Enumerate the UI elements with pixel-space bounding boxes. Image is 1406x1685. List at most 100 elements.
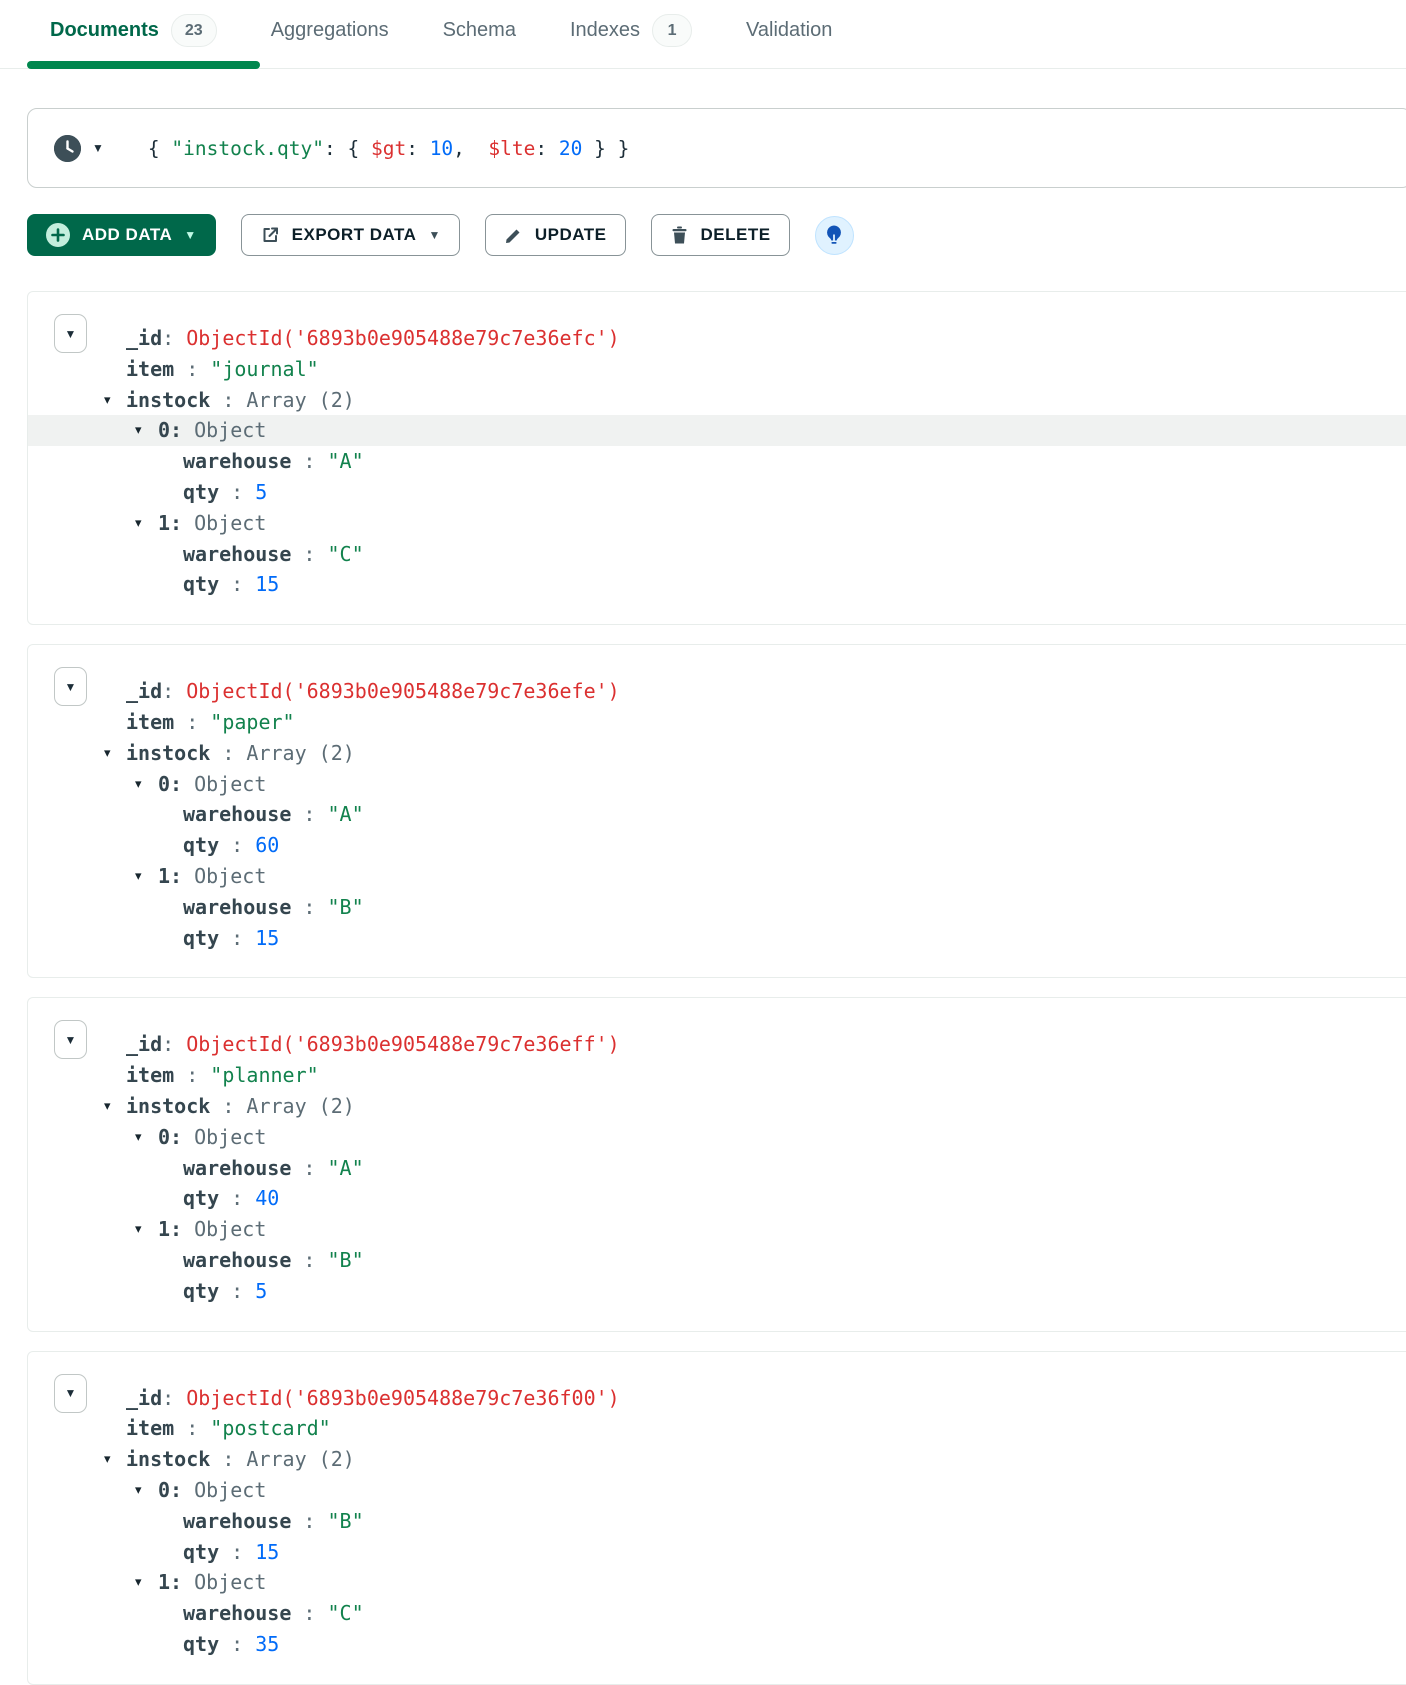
query-token: $gt — [371, 137, 406, 160]
document-field-row[interactable]: warehouse : "A" — [28, 446, 1406, 477]
field-value: 15 — [255, 1540, 279, 1564]
collapse-caret-icon[interactable]: ▾ — [135, 1122, 142, 1153]
document-field-row[interactable]: ▾instock : Array (2) — [28, 385, 1406, 416]
document-field-row[interactable]: ▾instock : Array (2) — [28, 738, 1406, 769]
document-field-row[interactable]: warehouse : "B" — [28, 1506, 1406, 1537]
documents-list: ▼ _id: ObjectId('6893b0e905488e79c7e36ef… — [27, 291, 1406, 1685]
document-field-row[interactable]: ▾1: Object — [28, 1567, 1406, 1598]
field-separator: : — [219, 1540, 255, 1564]
field-value: 5 — [255, 480, 267, 504]
update-label: UPDATE — [535, 225, 607, 245]
document-field-row[interactable]: ▾1: Object — [28, 1214, 1406, 1245]
field-separator: : — [219, 926, 255, 950]
document-field-row[interactable]: warehouse : "A" — [28, 799, 1406, 830]
document-field-row[interactable]: qty : 15 — [28, 1537, 1406, 1568]
document-field-row[interactable]: qty : 15 — [28, 923, 1406, 954]
document-field-row[interactable]: _id: ObjectId('6893b0e905488e79c7e36eff'… — [28, 1029, 1406, 1060]
document-field-row[interactable]: item : "paper" — [28, 707, 1406, 738]
collapse-caret-icon[interactable]: ▾ — [135, 415, 142, 446]
document-field-row[interactable]: warehouse : "C" — [28, 539, 1406, 570]
export-data-button[interactable]: EXPORT DATA ▼ — [241, 214, 460, 256]
tab-aggregations[interactable]: Aggregations — [271, 19, 389, 42]
plus-icon — [46, 223, 70, 247]
field-separator: : — [162, 679, 186, 703]
field-key: 1: — [158, 1570, 182, 1594]
collapse-caret-icon[interactable]: ▾ — [104, 1091, 111, 1122]
collapse-caret-icon[interactable]: ▾ — [135, 1475, 142, 1506]
field-value: "C" — [328, 1601, 364, 1625]
field-value: Object — [194, 511, 266, 535]
document-field-row[interactable]: ▾0: Object — [28, 1475, 1406, 1506]
delete-button[interactable]: DELETE — [651, 214, 790, 256]
query-token: 20 — [559, 137, 582, 160]
document-field-row[interactable]: warehouse : "A" — [28, 1153, 1406, 1184]
document-field-row[interactable]: ▾1: Object — [28, 508, 1406, 539]
document-field-row[interactable]: item : "planner" — [28, 1060, 1406, 1091]
field-value: Array (2) — [246, 1447, 354, 1471]
document-field-row[interactable]: qty : 5 — [28, 1276, 1406, 1307]
document-field-row[interactable]: qty : 5 — [28, 477, 1406, 508]
field-value: Object — [194, 772, 266, 796]
collapse-caret-icon[interactable]: ▾ — [135, 769, 142, 800]
query-bar[interactable]: ▼ { "instock.qty": { $gt: 10, $lte: 20 }… — [27, 108, 1406, 188]
lightbulb-icon — [824, 224, 844, 246]
field-separator: : — [162, 326, 186, 350]
field-value: "planner" — [210, 1063, 318, 1087]
chevron-down-icon: ▼ — [92, 142, 104, 154]
collapse-caret-icon[interactable]: ▾ — [104, 385, 111, 416]
field-separator: : — [174, 357, 210, 381]
field-key: 0: — [158, 1125, 182, 1149]
collapse-caret-icon[interactable]: ▾ — [135, 508, 142, 539]
field-key: warehouse — [183, 449, 291, 473]
tab-schema[interactable]: Schema — [443, 19, 516, 42]
document-field-row[interactable]: qty : 40 — [28, 1183, 1406, 1214]
field-key: qty — [183, 480, 219, 504]
document-field-row[interactable]: qty : 15 — [28, 569, 1406, 600]
document-field-row[interactable]: ▾0: Object — [28, 415, 1406, 446]
document-field-row[interactable]: ▾1: Object — [28, 861, 1406, 892]
field-key: warehouse — [183, 802, 291, 826]
document-field-row[interactable]: item : "postcard" — [28, 1413, 1406, 1444]
collapse-caret-icon[interactable]: ▾ — [135, 1214, 142, 1245]
document-field-row[interactable]: warehouse : "C" — [28, 1598, 1406, 1629]
field-value: "B" — [328, 895, 364, 919]
document-field-row[interactable]: warehouse : "B" — [28, 1245, 1406, 1276]
export-data-label: EXPORT DATA — [292, 225, 417, 245]
field-separator: : — [174, 1063, 210, 1087]
field-separator: : — [291, 1509, 327, 1533]
document-field-row[interactable]: item : "journal" — [28, 354, 1406, 385]
document-field-row[interactable]: qty : 60 — [28, 830, 1406, 861]
active-tab-underline — [27, 61, 260, 69]
field-separator: : — [291, 802, 327, 826]
field-value: Object — [194, 418, 266, 442]
collapse-caret-icon[interactable]: ▾ — [104, 1444, 111, 1475]
insights-button[interactable] — [815, 216, 854, 255]
document-field-row[interactable]: ▾instock : Array (2) — [28, 1444, 1406, 1475]
document-field-row[interactable]: ▾instock : Array (2) — [28, 1091, 1406, 1122]
field-key: _id — [126, 326, 162, 350]
document-field-row[interactable]: _id: ObjectId('6893b0e905488e79c7e36f00'… — [28, 1383, 1406, 1414]
query-history-button[interactable]: ▼ — [54, 135, 104, 162]
filter-input[interactable]: { "instock.qty": { $gt: 10, $lte: 20 } } — [148, 137, 629, 160]
field-key: _id — [126, 1386, 162, 1410]
collapse-caret-icon[interactable]: ▾ — [135, 861, 142, 892]
document-field-row[interactable]: ▾0: Object — [28, 1122, 1406, 1153]
field-key: warehouse — [183, 1248, 291, 1272]
document-card: ▼ _id: ObjectId('6893b0e905488e79c7e36f0… — [27, 1351, 1406, 1685]
document-field-row[interactable]: ▾0: Object — [28, 769, 1406, 800]
field-separator: : — [210, 388, 246, 412]
collapse-caret-icon[interactable]: ▾ — [135, 1567, 142, 1598]
update-button[interactable]: UPDATE — [485, 214, 626, 256]
tab-validation[interactable]: Validation — [746, 19, 832, 42]
document-field-row[interactable]: _id: ObjectId('6893b0e905488e79c7e36efe'… — [28, 676, 1406, 707]
document-field-row[interactable]: _id: ObjectId('6893b0e905488e79c7e36efc'… — [28, 323, 1406, 354]
collapse-caret-icon[interactable]: ▾ — [104, 738, 111, 769]
field-value: "postcard" — [210, 1416, 330, 1440]
document-field-row[interactable]: warehouse : "B" — [28, 892, 1406, 923]
add-data-button[interactable]: ADD DATA ▼ — [27, 214, 216, 256]
query-token: 10 — [430, 137, 453, 160]
tab-documents[interactable]: Documents 23 — [50, 14, 217, 47]
document-field-row[interactable]: qty : 35 — [28, 1629, 1406, 1660]
tab-indexes[interactable]: Indexes 1 — [570, 14, 692, 47]
field-separator: : — [174, 710, 210, 734]
